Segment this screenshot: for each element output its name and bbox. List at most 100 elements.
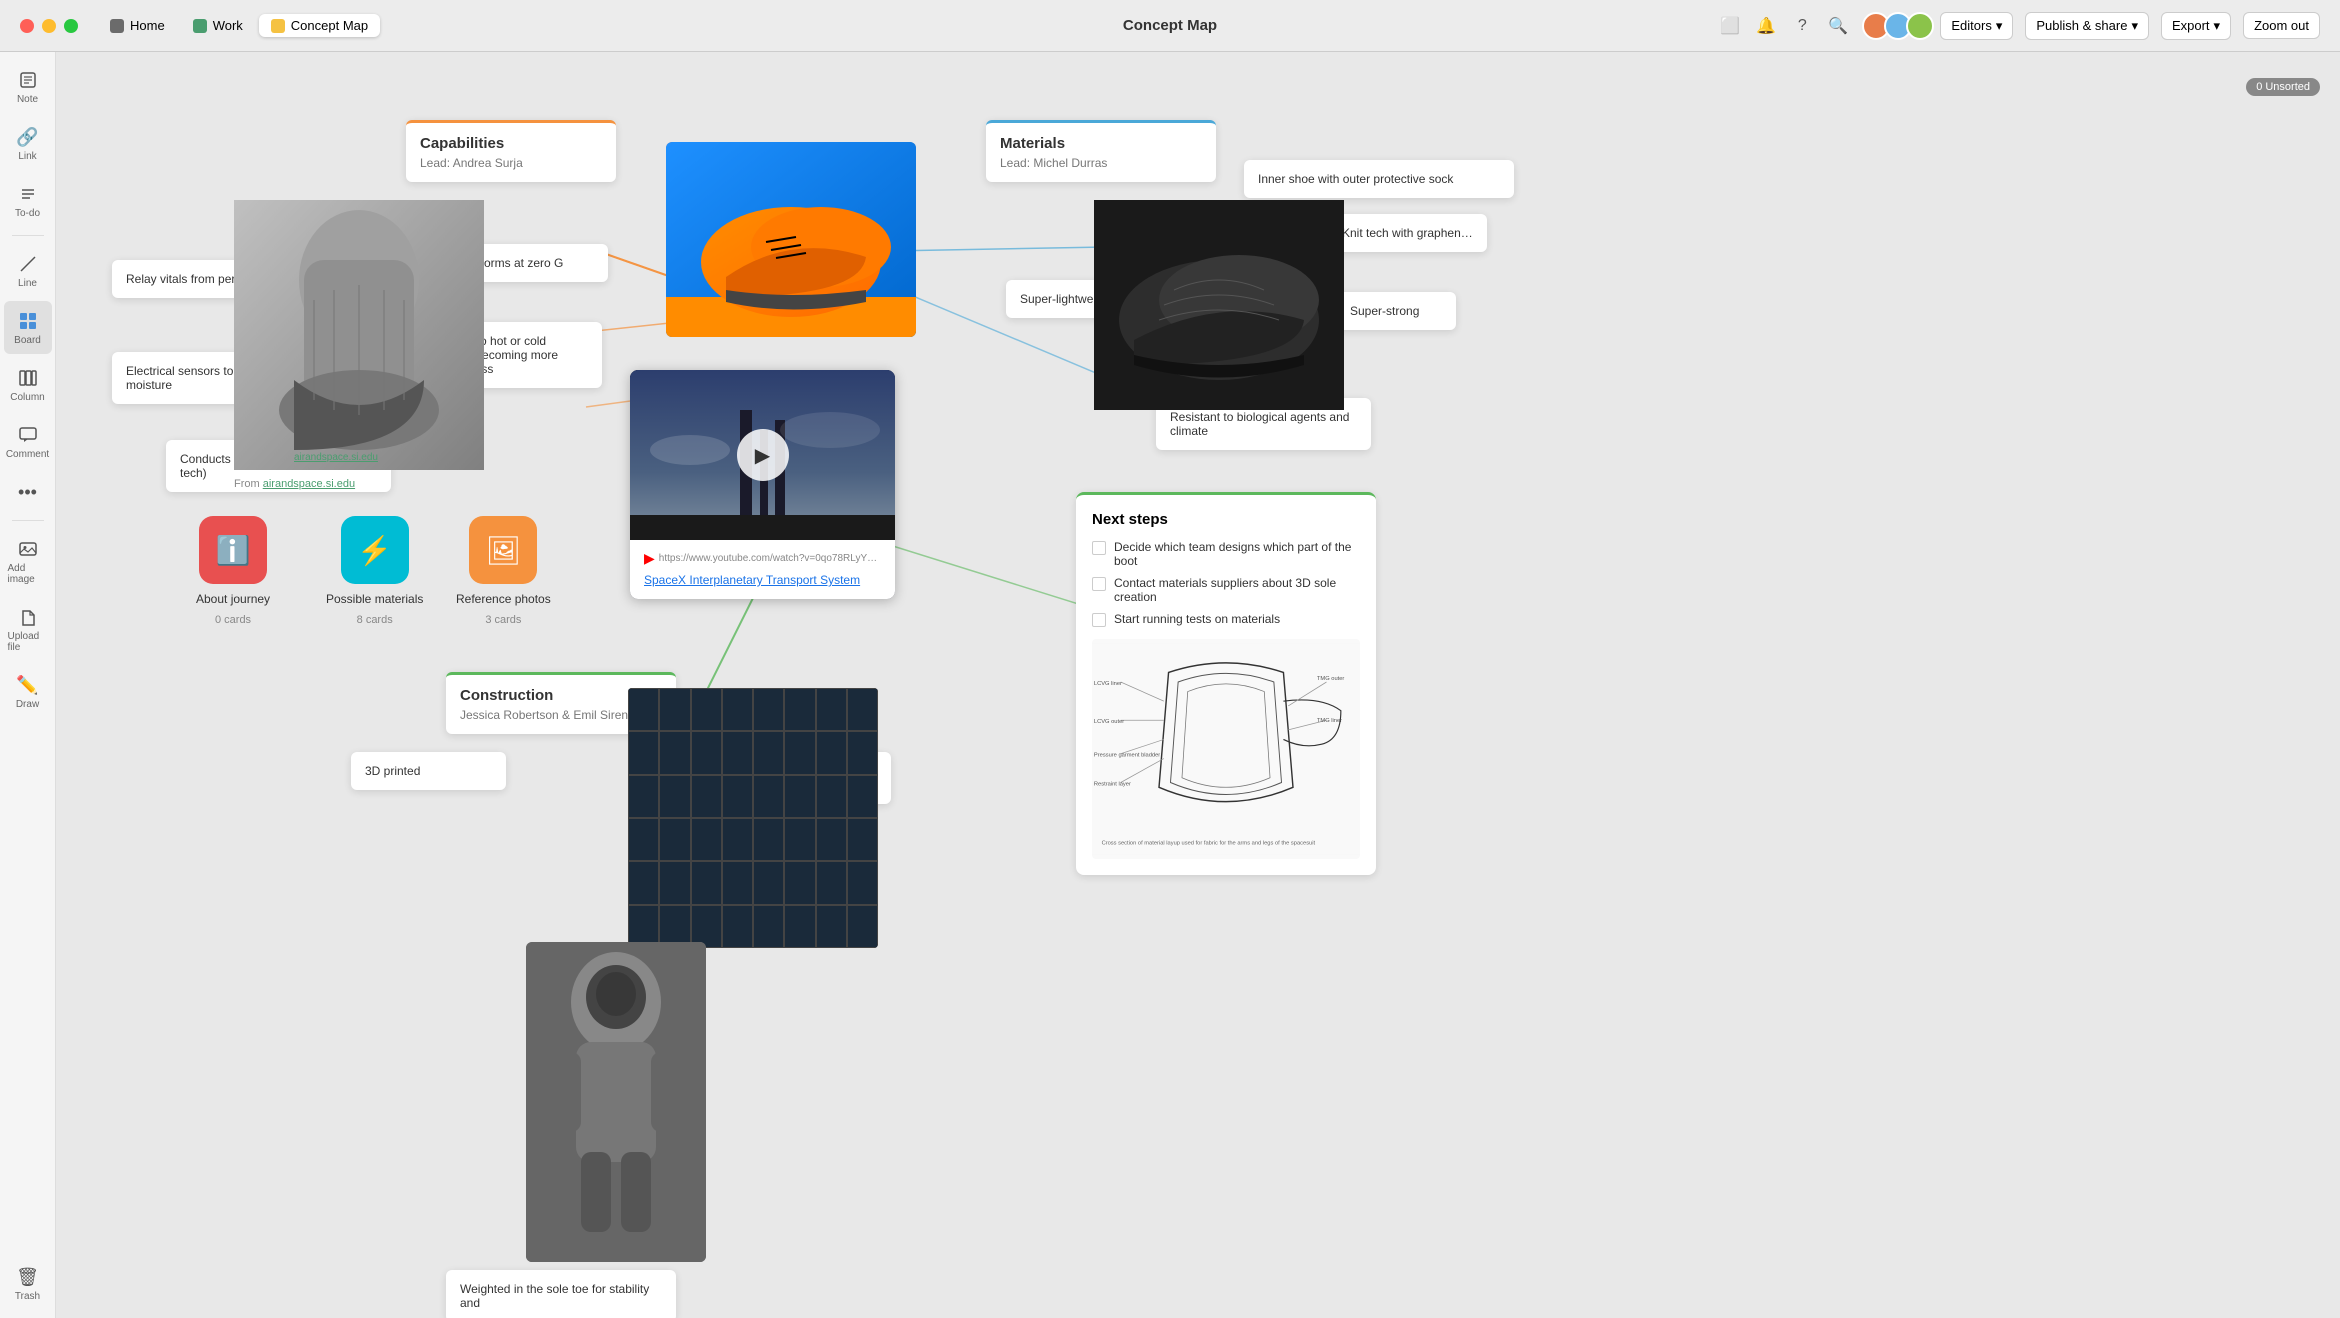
todo-icon (16, 182, 40, 206)
source-link[interactable]: airandspace.si.edu (263, 478, 355, 490)
minimize-button[interactable] (42, 19, 56, 33)
traffic-lights (20, 19, 78, 33)
home-tab-icon (110, 19, 124, 33)
sidebar-comment-label: Comment (6, 449, 49, 460)
spacesuit-sketch: LCVG liner LCVG outer Pressure garment b… (1092, 639, 1360, 859)
editors-label: Editors (1951, 18, 1991, 33)
sidebar-item-uploadfile[interactable]: Upload file (4, 597, 52, 661)
zoom-button[interactable]: Zoom out (2243, 12, 2320, 39)
sidebar-item-column[interactable]: Column (4, 358, 52, 411)
sidebar-item-link[interactable]: 🔗 Link (4, 117, 52, 170)
sidebar-addimage-label: Add image (8, 563, 48, 585)
board-photos-label: Reference photos (456, 592, 551, 606)
board-about-journey[interactable]: ℹ️ About journey 0 cards (196, 516, 270, 626)
search-icon[interactable]: 🔍 (1826, 14, 1850, 38)
capabilities-title: Capabilities (420, 135, 602, 152)
sidebar-line-label: Line (18, 278, 37, 289)
column-icon (16, 366, 40, 390)
tab-concept-map[interactable]: Concept Map (259, 14, 380, 37)
page-title: Concept Map (1123, 17, 1217, 34)
next-step-1-text: Decide which team designs which part of … (1114, 540, 1360, 568)
board-reference-photos[interactable]: 🖼 Reference photos 3 cards (456, 516, 551, 626)
dark-shoe-image (1094, 200, 1344, 410)
draw-icon: ✏️ (16, 673, 40, 697)
sidebar-item-comment[interactable]: Comment (4, 415, 52, 468)
shoe-main-image (666, 142, 916, 337)
play-button[interactable]: ▶ (737, 429, 789, 481)
tab-home-label: Home (130, 18, 165, 33)
sidebar-item-more[interactable]: ••• (4, 472, 52, 512)
next-step-3: Start running tests on materials (1092, 612, 1360, 627)
youtube-icon: ▶ (644, 550, 655, 567)
help-icon[interactable]: ? (1790, 14, 1814, 38)
line-icon (16, 252, 40, 276)
work-tab-icon (193, 19, 207, 33)
tabs: Home Work Concept Map (98, 14, 380, 37)
materials-lead: Lead: Michel Durras (1000, 156, 1202, 170)
svg-text:LCVG outer: LCVG outer (1094, 719, 1124, 725)
video-title[interactable]: SpaceX Interplanetary Transport System (644, 573, 860, 587)
board-materials-icon: ⚡ (341, 516, 409, 584)
inner-shoe-text: Inner shoe with outer protective sock (1258, 172, 1453, 186)
toolbar-right: ⬜ 🔔 ? 🔍 Editors ▾ Publish & share ▾ Expo… (1718, 12, 2320, 40)
biological-text: Resistant to biological agents and clima… (1170, 410, 1349, 438)
sidebar-trash-label: Trash (15, 1291, 40, 1302)
board-about-count: 0 cards (215, 614, 251, 626)
publish-label: Publish & share (2036, 18, 2127, 33)
tab-concept-label: Concept Map (291, 18, 368, 33)
super-strong-text: Super-strong (1350, 304, 1419, 318)
sidebar-divider-2 (12, 520, 44, 521)
tab-work[interactable]: Work (181, 14, 255, 37)
close-button[interactable] (20, 19, 34, 33)
capabilities-card: Capabilities Lead: Andrea Surja (406, 120, 616, 182)
flyknit-text: FlyKnit tech with graphene-like pro... (1326, 226, 1487, 240)
checkbox-3[interactable] (1092, 613, 1106, 627)
more-icon: ••• (16, 480, 40, 504)
svg-text:TMG liner: TMG liner (1317, 718, 1342, 724)
board-photos-count: 3 cards (485, 614, 521, 626)
tab-home[interactable]: Home (98, 14, 177, 37)
publish-button[interactable]: Publish & share ▾ (2025, 12, 2149, 40)
sidebar-item-todo[interactable]: To-do (4, 174, 52, 227)
screen-icon[interactable]: ⬜ (1718, 14, 1742, 38)
unsorted-badge: 0 Unsorted (2246, 78, 2320, 96)
sidebar-item-draw[interactable]: ✏️ Draw (4, 665, 52, 718)
astronaut-image (526, 942, 706, 1262)
checkbox-1[interactable] (1092, 541, 1106, 555)
solar-panel-image (628, 688, 878, 948)
comment-icon (16, 423, 40, 447)
checkbox-2[interactable] (1092, 577, 1106, 591)
sidebar-item-board[interactable]: Board (4, 301, 52, 354)
sidebar-todo-label: To-do (15, 208, 40, 219)
sidebar-note-label: Note (17, 94, 38, 105)
sidebar-draw-label: Draw (16, 699, 39, 710)
astro-boot-image: airandspace.si.edu (234, 200, 484, 470)
video-card[interactable]: ▶ ▶ https://www.youtube.com/watch?v=0qo7… (630, 370, 895, 599)
export-button[interactable]: Export ▾ (2161, 12, 2231, 40)
svg-text:Restraint layer: Restraint layer (1094, 781, 1131, 787)
link-icon: 🔗 (16, 125, 40, 149)
board-about-icon: ℹ️ (199, 516, 267, 584)
video-url: https://www.youtube.com/watch?v=0qo78RLy… (659, 553, 879, 564)
weighted-card: Weighted in the sole toe for stability a… (446, 1270, 676, 1318)
sidebar-item-line[interactable]: Line (4, 244, 52, 297)
addimage-icon (16, 537, 40, 561)
note-icon (16, 68, 40, 92)
editors-button[interactable]: Editors ▾ (1940, 12, 2013, 40)
svg-text:Pressure garment bladder: Pressure garment bladder (1094, 753, 1160, 759)
board-photos-icon: 🖼 (469, 516, 537, 584)
sidebar-item-addimage[interactable]: Add image (4, 529, 52, 593)
avatars (1862, 12, 1928, 40)
sidebar-item-trash[interactable]: 🗑 Trash (4, 1257, 52, 1310)
sidebar-divider-1 (12, 235, 44, 236)
maximize-button[interactable] (64, 19, 78, 33)
zoom-label: Zoom out (2254, 18, 2309, 33)
board-possible-materials[interactable]: ⚡ Possible materials 8 cards (326, 516, 423, 626)
svg-text:TMG outer: TMG outer (1317, 676, 1344, 682)
sidebar-link-label: Link (18, 151, 36, 162)
editors-chevron: ▾ (1996, 18, 2003, 34)
video-thumbnail: ▶ (630, 370, 895, 540)
notification-icon[interactable]: 🔔 (1754, 14, 1778, 38)
sidebar-item-note[interactable]: Note (4, 60, 52, 113)
video-info: ▶ https://www.youtube.com/watch?v=0qo78R… (630, 540, 895, 599)
